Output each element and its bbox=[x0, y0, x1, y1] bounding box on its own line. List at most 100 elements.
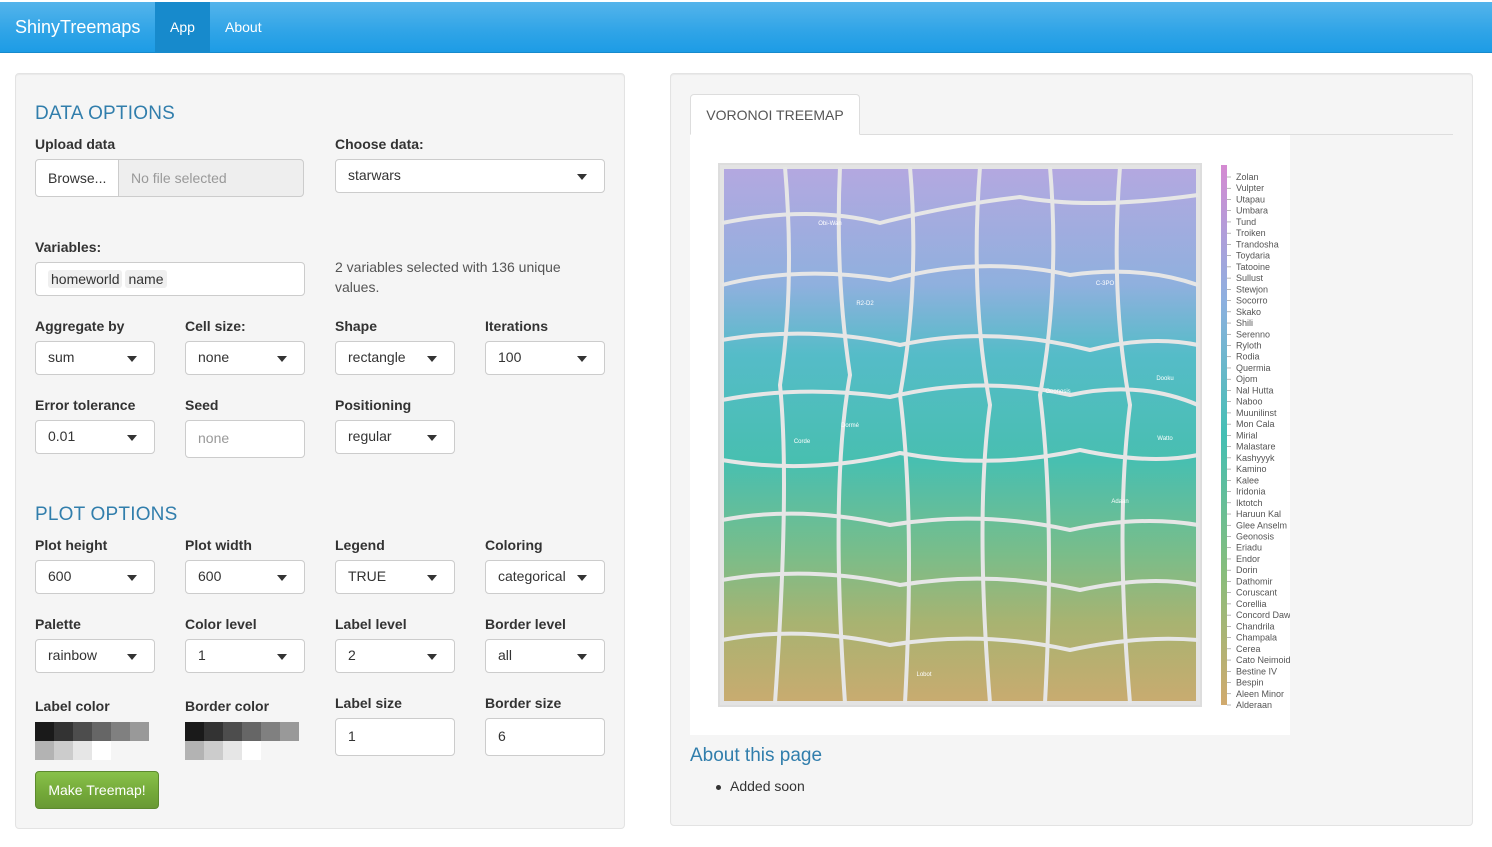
legend-entry: Malastare bbox=[1236, 442, 1276, 452]
color-swatch[interactable] bbox=[185, 722, 204, 741]
legend-entry: Haruun Kal bbox=[1236, 509, 1281, 519]
shape-select[interactable]: rectangle bbox=[335, 341, 455, 375]
legend-entry: Kalee bbox=[1236, 475, 1259, 485]
color-swatch[interactable] bbox=[130, 722, 149, 741]
chevron-down-icon bbox=[427, 356, 437, 362]
plot-width-value: 600 bbox=[198, 568, 222, 584]
color-level-select[interactable]: 1 bbox=[185, 639, 305, 673]
label-size-input[interactable]: 1 bbox=[335, 718, 455, 756]
iterations-value: 100 bbox=[498, 349, 522, 365]
color-swatch[interactable] bbox=[223, 741, 242, 760]
legend-entry: Ojom bbox=[1236, 374, 1258, 384]
label-level-label: Label level bbox=[335, 616, 407, 632]
legend-label: Legend bbox=[335, 537, 385, 553]
label-level-value: 2 bbox=[348, 647, 356, 663]
plot-height-select[interactable]: 600 bbox=[35, 560, 155, 594]
file-name-field[interactable]: No file selected bbox=[118, 159, 304, 197]
legend-entry: Coruscant bbox=[1236, 588, 1278, 598]
legend-entry: Nal Hutta bbox=[1236, 385, 1274, 395]
cell-label: Adaan bbox=[1111, 499, 1128, 505]
color-swatch[interactable] bbox=[204, 722, 223, 741]
iterations-select[interactable]: 100 bbox=[485, 341, 605, 375]
legend-entry: Muunilinst bbox=[1236, 408, 1277, 418]
seed-input[interactable]: none bbox=[185, 420, 305, 458]
tab-about[interactable]: About bbox=[210, 2, 277, 53]
legend-entry: Sullust bbox=[1236, 273, 1264, 283]
tab-app[interactable]: App bbox=[155, 2, 210, 53]
seed-placeholder: none bbox=[198, 430, 230, 446]
color-swatch[interactable] bbox=[204, 741, 223, 760]
shape-value: rectangle bbox=[348, 349, 406, 365]
color-swatch[interactable] bbox=[242, 741, 261, 760]
color-swatch[interactable] bbox=[280, 722, 299, 741]
border-color-label: Border color bbox=[185, 698, 270, 714]
navbar-brand[interactable]: ShinyTreemaps bbox=[15, 17, 140, 38]
tab-voronoi-treemap[interactable]: VORONOI TREEMAP bbox=[690, 94, 860, 135]
legend-select[interactable]: TRUE bbox=[335, 560, 455, 594]
chevron-down-icon bbox=[577, 174, 587, 180]
cell-label: Obi-Wan bbox=[818, 221, 841, 227]
color-swatch[interactable] bbox=[35, 722, 54, 741]
chevron-down-icon bbox=[577, 356, 587, 362]
color-swatch[interactable] bbox=[73, 741, 92, 760]
about-list-item: Added soon bbox=[730, 778, 805, 794]
color-swatch[interactable] bbox=[261, 722, 280, 741]
color-swatch[interactable] bbox=[111, 722, 130, 741]
plot-height-label: Plot height bbox=[35, 537, 108, 553]
border-level-select[interactable]: all bbox=[485, 639, 605, 673]
chevron-down-icon bbox=[577, 575, 587, 581]
plot-width-select[interactable]: 600 bbox=[185, 560, 305, 594]
label-size-value: 1 bbox=[348, 728, 356, 744]
positioning-value: regular bbox=[348, 428, 392, 444]
cell-label: C-3PO bbox=[1096, 281, 1115, 287]
make-treemap-button[interactable]: Make Treemap! bbox=[35, 771, 159, 809]
positioning-select[interactable]: regular bbox=[335, 420, 455, 454]
color-swatch[interactable] bbox=[185, 741, 204, 760]
color-swatch[interactable] bbox=[223, 722, 242, 741]
border-level-label: Border level bbox=[485, 616, 566, 632]
color-swatch[interactable] bbox=[54, 722, 73, 741]
iterations-label: Iterations bbox=[485, 318, 549, 334]
border-size-value: 6 bbox=[498, 728, 506, 744]
cell-label: Watto bbox=[1157, 436, 1173, 442]
cell-size-select[interactable]: none bbox=[185, 341, 305, 375]
cell-label: Lobot bbox=[916, 672, 931, 678]
legend-entry: Skako bbox=[1236, 307, 1261, 317]
color-swatch[interactable] bbox=[92, 722, 111, 741]
legend-color-bar bbox=[1221, 165, 1227, 705]
variable-tag[interactable]: homeworld bbox=[48, 270, 123, 288]
legend-entry: Bestine IV bbox=[1236, 666, 1277, 676]
legend-entry: Cato Neimoidia bbox=[1236, 655, 1290, 665]
coloring-select[interactable]: categorical bbox=[485, 560, 605, 594]
legend-entry: Troiken bbox=[1236, 228, 1266, 238]
color-swatch[interactable] bbox=[73, 722, 92, 741]
legend-entry: Glee Anselm bbox=[1236, 520, 1287, 530]
legend-entry: Aleen Minor bbox=[1236, 689, 1284, 699]
legend-entry: Cerea bbox=[1236, 644, 1261, 654]
label-color-label: Label color bbox=[35, 698, 110, 714]
variable-tag[interactable]: name bbox=[125, 270, 167, 288]
legend-entry: Zolan bbox=[1236, 172, 1259, 182]
cell-label: Dooku bbox=[1156, 376, 1173, 382]
browse-button[interactable]: Browse... bbox=[35, 159, 119, 197]
legend-entry: Quermia bbox=[1236, 363, 1271, 373]
label-level-select[interactable]: 2 bbox=[335, 639, 455, 673]
legend-entry: Vulpter bbox=[1236, 183, 1264, 193]
choose-data-select[interactable]: starwars bbox=[335, 159, 605, 193]
legend-entry: Mirial bbox=[1236, 430, 1258, 440]
legend-value: TRUE bbox=[348, 568, 387, 584]
legend-entry: Mon Cala bbox=[1236, 419, 1275, 429]
border-size-input[interactable]: 6 bbox=[485, 718, 605, 756]
color-swatch[interactable] bbox=[35, 741, 54, 760]
plot-height-value: 600 bbox=[48, 568, 72, 584]
color-swatch[interactable] bbox=[242, 722, 261, 741]
palette-select[interactable]: rainbow bbox=[35, 639, 155, 673]
chevron-down-icon bbox=[127, 356, 137, 362]
plot-options-title: PLOT OPTIONS bbox=[35, 504, 178, 525]
aggregate-select[interactable]: sum bbox=[35, 341, 155, 375]
variables-input[interactable]: homeworld name bbox=[35, 262, 305, 296]
color-swatch[interactable] bbox=[54, 741, 73, 760]
color-level-value: 1 bbox=[198, 647, 206, 663]
error-tolerance-select[interactable]: 0.01 bbox=[35, 420, 155, 454]
color-swatch[interactable] bbox=[92, 741, 111, 760]
